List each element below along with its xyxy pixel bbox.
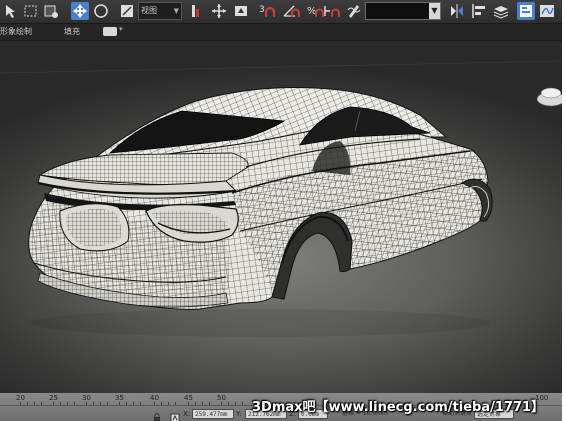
select-icon[interactable]: [2, 2, 20, 20]
svg-text:3: 3: [259, 5, 265, 15]
snap-toggle[interactable]: 3: [258, 2, 282, 20]
select-region-icon[interactable]: [22, 2, 40, 20]
lock-selection-icon[interactable]: [152, 408, 162, 421]
watermark-text: 3Dmax吧【www.linecg.com/tieba/1771】: [252, 400, 545, 415]
reference-coord-value: 视图: [141, 6, 157, 15]
x-coord-label: X:: [183, 410, 191, 418]
select-manipulate-icon[interactable]: [210, 2, 228, 20]
edit-named-selection-icon[interactable]: [345, 2, 363, 20]
named-selection-set-field[interactable]: ▼: [365, 2, 441, 20]
spinner-snap-toggle[interactable]: [322, 2, 344, 20]
ribbon-bar: 形象绘制 填充 ▾: [0, 24, 562, 41]
main-toolbar: 视图 ▼ 3 % ▼: [0, 0, 562, 24]
absolute-mode-icon[interactable]: [170, 408, 180, 421]
align-icon[interactable]: [470, 2, 488, 20]
window-crossing-icon[interactable]: [42, 2, 60, 20]
rotate-icon[interactable]: [92, 2, 110, 20]
scale-icon[interactable]: [118, 2, 136, 20]
x-coord-field[interactable]: 259.477mm: [192, 409, 234, 419]
ribbon-toggle-button[interactable]: [103, 27, 117, 36]
angle-snap-toggle[interactable]: [282, 2, 304, 20]
max-window: 视图 ▼ 3 % ▼ 形象绘制 填充 ▾ 20 25 30 35 40 45 5…: [0, 0, 562, 421]
curve-editor-icon[interactable]: [538, 2, 556, 20]
layer-icon[interactable]: [492, 2, 510, 20]
reference-coord-dropdown[interactable]: 视图 ▼: [138, 2, 182, 20]
keyboard-shortcut-icon[interactable]: [232, 2, 250, 20]
chevron-down-icon: ▼: [429, 3, 440, 19]
move-icon[interactable]: [71, 2, 89, 20]
scene-explorer-icon[interactable]: [517, 2, 535, 20]
chevron-down-icon: ▼: [173, 7, 179, 15]
ribbon-tab-polygon-modeling[interactable]: 形象绘制: [0, 25, 32, 39]
chevron-down-icon: ▾: [119, 25, 123, 33]
car-wireframe-mesh: [0, 60, 562, 337]
y-coord-label: Y:: [236, 410, 242, 418]
perspective-viewport[interactable]: [0, 41, 562, 393]
ribbon-tab-fill[interactable]: 填充: [64, 25, 80, 39]
mirror-icon[interactable]: [448, 2, 466, 20]
pivot-icon[interactable]: [186, 2, 204, 20]
